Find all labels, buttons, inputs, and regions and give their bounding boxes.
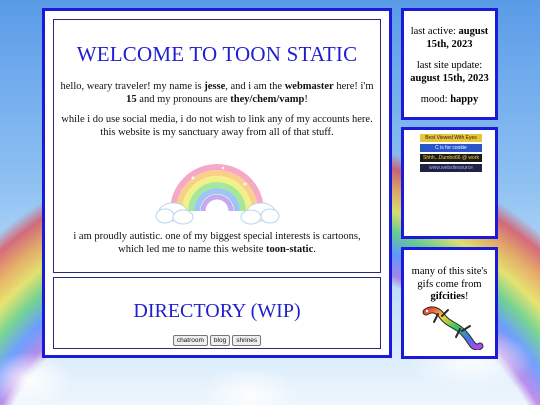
status-panel: last active: august 15th, 2023 last site… xyxy=(401,8,498,120)
shrines-button[interactable]: shrines xyxy=(232,335,262,346)
intro-paragraph: hello, weary traveler! my name is jesse,… xyxy=(60,81,374,105)
mood: mood: happy xyxy=(420,94,479,105)
directory-section: DIRECTORY (WIP) chatroom blog shrines xyxy=(53,277,381,349)
last-update: last site update: august 15th, 2023 xyxy=(410,60,489,84)
autism-paragraph: i am proudly autistic. one of my biggest… xyxy=(73,231,361,255)
badge-best-viewed[interactable]: Best Viewed With Eyes xyxy=(420,134,482,142)
directory-title: DIRECTORY (WIP) xyxy=(133,300,301,322)
last-active: last active: august 15th, 2023 xyxy=(410,26,489,50)
blog-button[interactable]: blog xyxy=(209,335,231,346)
site-name: toon-static xyxy=(265,243,314,255)
author-pronouns: they/chem/vamp xyxy=(230,93,305,105)
rainbow-lizard-gif xyxy=(422,306,484,350)
author-role: webmaster xyxy=(284,81,334,92)
gifs-credit-text: many of this site's gifs come from gifci… xyxy=(411,266,488,302)
welcome-section: WELCOME TO TOON STATIC hello, weary trav… xyxy=(53,19,381,273)
directory-buttons: chatroom blog shrines xyxy=(54,335,380,346)
gifcities-link[interactable]: gifcities xyxy=(431,291,465,302)
main-panel: WELCOME TO TOON STATIC hello, weary trav… xyxy=(42,8,392,358)
rainbow-cloud-gif xyxy=(155,164,280,225)
badge-websitesource[interactable]: www.websitesource xyxy=(420,164,482,172)
gifs-credit-panel: many of this site's gifs come from gifci… xyxy=(401,247,498,359)
social-media-paragraph: while i do use social media, i do not wi… xyxy=(61,114,373,138)
welcome-title: WELCOME TO TOON STATIC xyxy=(76,42,358,66)
author-name: jesse xyxy=(204,81,226,92)
badge-dumbo[interactable]: Shhh...Dumbo66 @ work xyxy=(420,154,482,162)
author-age: 15 xyxy=(126,93,137,105)
chatroom-button[interactable]: chatroom xyxy=(172,335,208,346)
badges-panel: Best Viewed With Eyes C is for cookie Sh… xyxy=(401,127,498,239)
badge-cookie[interactable]: C is for cookie xyxy=(420,144,482,152)
